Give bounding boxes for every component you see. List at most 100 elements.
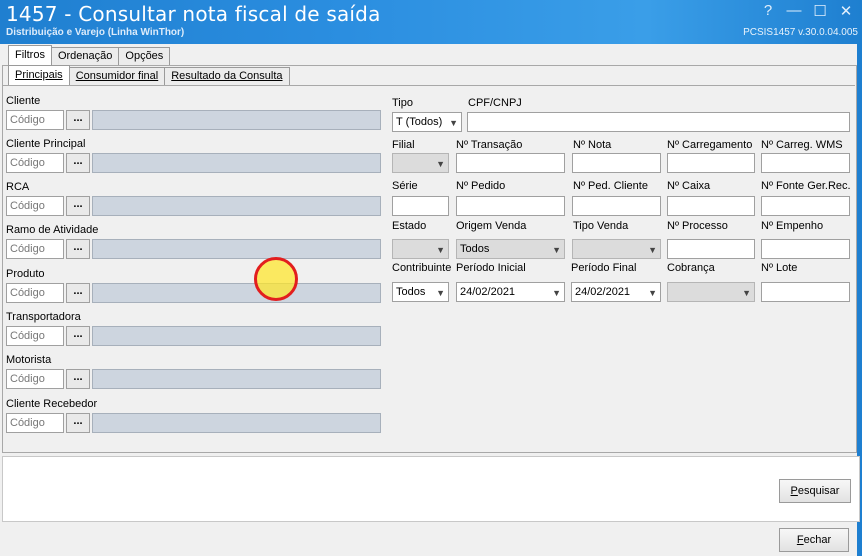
produto-code-input[interactable]: Código — [6, 283, 64, 303]
processo-label: Nº Processo — [667, 220, 728, 232]
periodo-inicial-value: 24/02/2021 — [460, 286, 516, 298]
transacao-label: Nº Transação — [456, 139, 523, 151]
ped-cliente-label: Nº Ped. Cliente — [573, 180, 648, 192]
cpf-cnpj-label: CPF/CNPJ — [468, 97, 522, 109]
empenho-input[interactable] — [761, 239, 850, 259]
tipo-venda-label: Tipo Venda — [573, 220, 629, 232]
origem-venda-label: Origem Venda — [456, 220, 527, 232]
serie-label: Série — [392, 180, 418, 192]
caixa-input[interactable] — [667, 196, 755, 216]
carreg-wms-input[interactable] — [761, 153, 850, 173]
cliente-principal-name-field — [92, 153, 381, 173]
minimize-icon[interactable]: — — [786, 2, 802, 20]
nota-input[interactable] — [572, 153, 661, 173]
cpf-cnpj-input[interactable] — [467, 112, 850, 132]
transportadora-name-field — [92, 326, 381, 346]
pesquisar-label: esquisar — [797, 485, 840, 497]
cliente-name-field — [92, 110, 381, 130]
fechar-button[interactable]: Fechar — [779, 528, 849, 552]
motorista-search-button[interactable]: ... — [66, 369, 90, 389]
ramo-atividade-search-button[interactable]: ... — [66, 239, 90, 259]
transportadora-code-input[interactable]: Código — [6, 326, 64, 346]
version-label: PCSIS1457 v.30.0.04.005 — [743, 27, 858, 38]
carregamento-label: Nº Carregamento — [667, 139, 753, 151]
fechar-label: echar — [803, 534, 832, 546]
motorista-code-input[interactable]: Código — [6, 369, 64, 389]
produto-name-field — [92, 283, 381, 303]
carreg-wms-label: Nº Carreg. WMS — [761, 139, 843, 151]
contribuinte-select[interactable]: Todos ▼ — [392, 282, 449, 302]
lote-input[interactable] — [761, 282, 850, 302]
window-subtitle: Distribuição e Varejo (Linha WinThor) — [6, 27, 185, 38]
estado-label: Estado — [392, 220, 427, 232]
carregamento-input[interactable] — [667, 153, 755, 173]
chevron-down-icon: ▼ — [552, 288, 561, 298]
filial-label: Filial — [392, 139, 415, 151]
processo-input[interactable] — [667, 239, 755, 259]
fonte-ger-rec-label: Nº Fonte Ger.Rec. — [761, 180, 851, 192]
rca-code-input[interactable]: Código — [6, 196, 64, 216]
cliente-recebedor-name-field — [92, 413, 381, 433]
cliente-search-button[interactable]: ... — [66, 110, 90, 130]
window-controls: ? — ☐ ✕ — [760, 2, 854, 20]
rca-label: RCA — [6, 181, 30, 193]
cliente-principal-code-input[interactable]: Código — [6, 153, 64, 173]
tab-ordenacao[interactable]: Ordenação — [50, 47, 120, 65]
tab-consumidor-final[interactable]: Consumidor final — [68, 67, 166, 85]
help-icon[interactable]: ? — [760, 2, 776, 20]
rca-name-field — [92, 196, 381, 216]
ramo-atividade-code-input[interactable]: Código — [6, 239, 64, 259]
tab-resultado-consulta[interactable]: Resultado da Consulta — [164, 67, 290, 85]
periodo-final-label: Período Final — [571, 262, 637, 274]
fechar-accel: F — [796, 534, 804, 546]
top-tabs: Filtros Ordenação Opções — [8, 45, 171, 65]
chevron-down-icon: ▼ — [552, 245, 561, 255]
maximize-icon[interactable]: ☐ — [812, 2, 828, 20]
produto-label: Produto — [6, 268, 45, 280]
ramo-atividade-name-field — [92, 239, 381, 259]
pesquisar-accel: P — [790, 485, 798, 497]
chevron-down-icon: ▼ — [436, 159, 445, 169]
transportadora-label: Transportadora — [6, 311, 81, 323]
empenho-label: Nº Empenho — [761, 220, 824, 232]
tipo-value: T (Todos) — [396, 116, 443, 128]
tipo-select[interactable]: T (Todos) ▼ — [392, 112, 462, 132]
cliente-code-input[interactable]: Código — [6, 110, 64, 130]
periodo-final-date[interactable]: 24/02/2021 ▼ — [571, 282, 661, 302]
nota-label: Nº Nota — [573, 139, 612, 151]
cobranca-select[interactable]: ▼ — [667, 282, 755, 302]
cliente-recebedor-code-input[interactable]: Código — [6, 413, 64, 433]
cliente-principal-search-button[interactable]: ... — [66, 153, 90, 173]
bottom-panel — [2, 456, 860, 522]
motorista-label: Motorista — [6, 354, 52, 366]
fonte-ger-rec-input[interactable] — [761, 196, 850, 216]
pesquisar-button[interactable]: Pesquisar — [779, 479, 851, 503]
tab-principais[interactable]: Principais — [8, 65, 70, 85]
transportadora-search-button[interactable]: ... — [66, 326, 90, 346]
produto-search-button[interactable]: ... — [66, 283, 90, 303]
close-icon[interactable]: ✕ — [838, 2, 854, 20]
transacao-input[interactable] — [456, 153, 565, 173]
origem-venda-select[interactable]: Todos ▼ — [456, 239, 565, 259]
cliente-recebedor-search-button[interactable]: ... — [66, 413, 90, 433]
periodo-inicial-label: Período Inicial — [456, 262, 526, 274]
pedido-input[interactable] — [456, 196, 565, 216]
periodo-inicial-date[interactable]: 24/02/2021 ▼ — [456, 282, 565, 302]
title-bar: 1457 - Consultar nota fiscal de saída Di… — [0, 0, 862, 44]
origem-venda-value: Todos — [460, 243, 490, 255]
ped-cliente-input[interactable] — [572, 196, 661, 216]
tab-filtros[interactable]: Filtros — [8, 45, 52, 65]
tipo-venda-select[interactable]: ▼ — [572, 239, 661, 259]
rca-search-button[interactable]: ... — [66, 196, 90, 216]
tipo-label: Tipo — [392, 97, 413, 109]
caixa-label: Nº Caixa — [667, 180, 711, 192]
sub-tabs: Principais Consumidor final Resultado da… — [8, 65, 290, 85]
serie-input[interactable] — [392, 196, 449, 216]
pedido-label: Nº Pedido — [456, 180, 506, 192]
lote-label: Nº Lote — [761, 262, 798, 274]
estado-select[interactable]: ▼ — [392, 239, 449, 259]
tab-opcoes[interactable]: Opções — [118, 47, 171, 65]
chevron-down-icon: ▼ — [648, 288, 657, 298]
filial-select[interactable]: ▼ — [392, 153, 449, 173]
cursor-highlight — [254, 257, 298, 301]
